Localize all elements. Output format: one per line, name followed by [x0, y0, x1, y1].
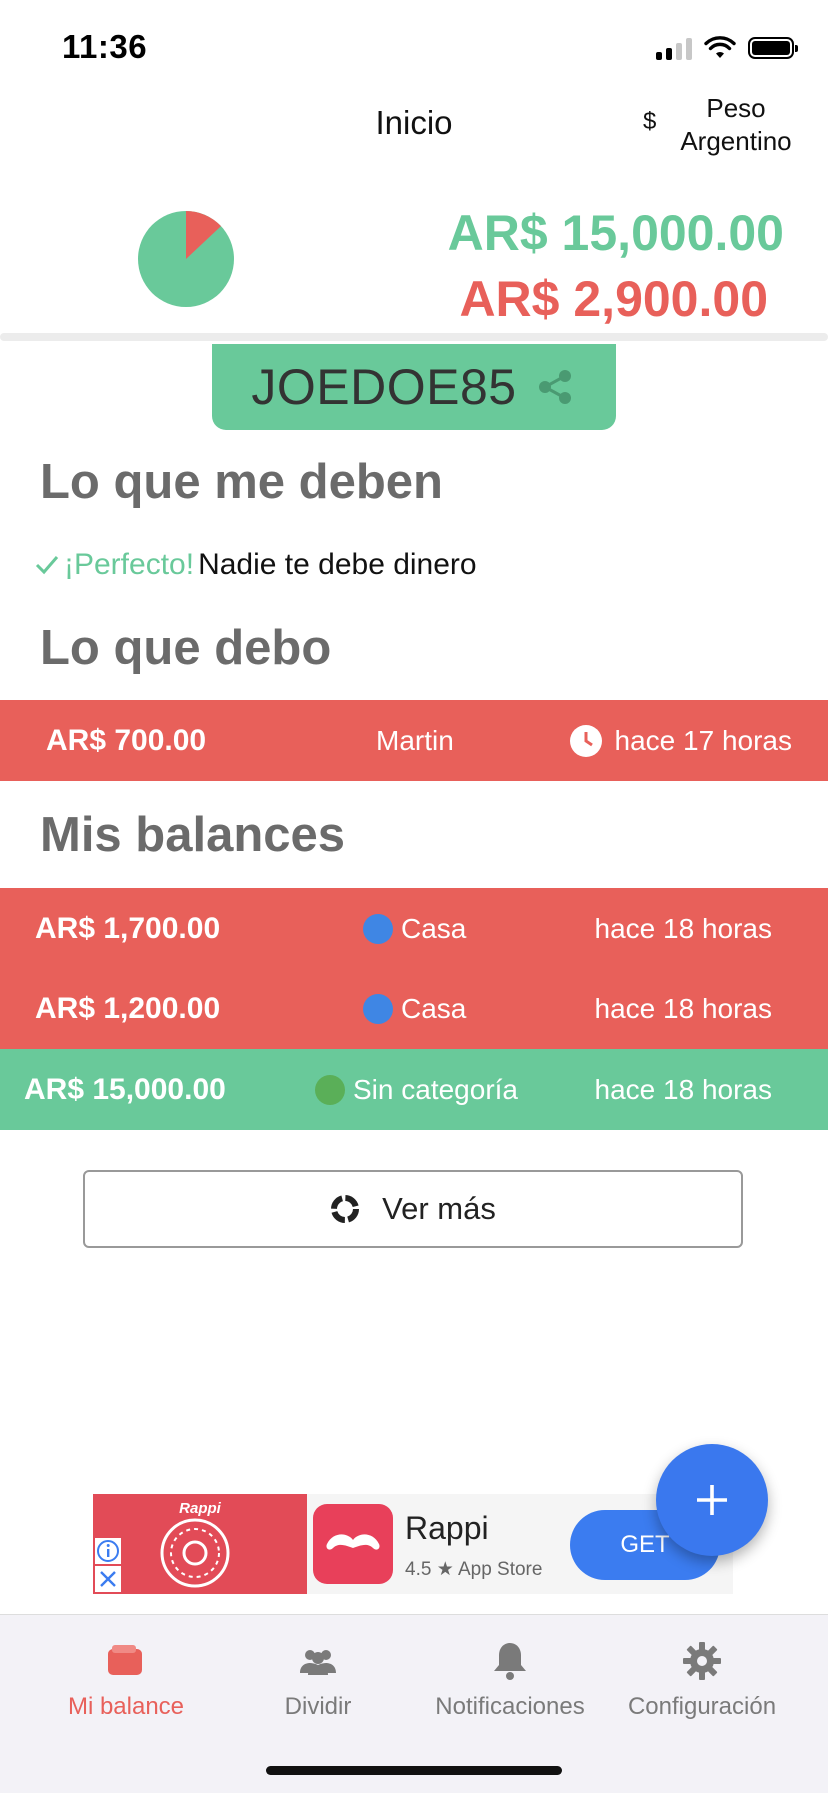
tab-label: Notificaciones: [435, 1693, 585, 1720]
total-positive-amount: AR$ 15,000.00: [447, 205, 784, 261]
tab-label: Dividir: [284, 1693, 352, 1720]
owed-status: ¡Perfecto! Nadie te debe dinero: [34, 548, 477, 582]
balance-amount: AR$ 1,200.00: [35, 991, 221, 1025]
share-icon: [538, 370, 571, 404]
balance-category-group: Casa: [363, 888, 466, 969]
balance-time: hace 18 horas: [594, 992, 772, 1024]
balance-category-group: Sin categoría: [315, 1049, 518, 1130]
gear-icon: [683, 1642, 721, 1680]
see-more-label: Ver más: [382, 1191, 496, 1226]
tab-label: Configuración: [627, 1693, 777, 1720]
tab-configuracion[interactable]: Configuración: [602, 1639, 802, 1721]
my-balances-title: Mis balances: [40, 808, 346, 862]
user-code: JOEDOE85: [251, 359, 517, 415]
status-time: 11:36: [62, 28, 148, 65]
tab-dividir[interactable]: Dividir: [218, 1639, 418, 1721]
donut-icon: [160, 1518, 230, 1588]
people-icon: [300, 1650, 336, 1675]
balance-row[interactable]: AR$ 1,200.00 Casa hace 18 horas: [0, 968, 828, 1049]
home-indicator: [266, 1766, 562, 1775]
owed-to-me-title: Lo que me deben: [40, 455, 443, 509]
debt-time: hace 17 horas: [614, 724, 792, 756]
ad-app-logo[interactable]: [313, 1504, 393, 1584]
loading-spinner-icon: [331, 1195, 360, 1223]
owed-status-text: Nadie te debe dinero: [198, 548, 477, 581]
debt-time-group: hace 17 horas: [569, 700, 792, 781]
currency-selector[interactable]: Peso Argentino: [668, 92, 804, 158]
ad-image[interactable]: Rappi: [93, 1494, 307, 1594]
ad-app-rating: 4.5 ★ App Store: [405, 1559, 543, 1580]
debt-amount: AR$ 700.00: [46, 723, 207, 757]
debt-row[interactable]: AR$ 700.00 Martin hace 17 horas: [0, 700, 828, 781]
tab-label: Mi balance: [67, 1693, 185, 1720]
tab-notificaciones[interactable]: Notificaciones: [410, 1639, 610, 1721]
ad-banner[interactable]: Rappi Rappi 4.5 ★ App Store GET: [93, 1494, 733, 1594]
debt-person: Martin: [376, 724, 454, 756]
balance-time: hace 18 horas: [594, 912, 772, 944]
balance-pie-chart: [138, 211, 234, 307]
ad-info-icon[interactable]: [95, 1538, 121, 1564]
bell-icon: [494, 1643, 526, 1680]
currency-symbol[interactable]: $: [643, 108, 656, 136]
wifi-icon: [704, 36, 736, 58]
balance-row[interactable]: AR$ 1,700.00 Casa hace 18 horas: [0, 888, 828, 969]
status-icons: [656, 34, 798, 62]
balance-amount: AR$ 1,700.00: [35, 911, 221, 945]
check-icon: [35, 556, 59, 575]
category-dot-icon: [315, 1074, 345, 1105]
balance-category: Sin categoría: [353, 1073, 518, 1105]
ad-app-name: Rappi: [405, 1510, 489, 1546]
balance-category: Casa: [401, 992, 467, 1024]
balance-row[interactable]: AR$ 15,000.00 Sin categoría hace 18 hora…: [0, 1049, 828, 1130]
i-owe-title: Lo que debo: [40, 621, 332, 675]
add-expense-fab[interactable]: [656, 1444, 768, 1556]
balance-amount: AR$ 15,000.00: [24, 1072, 226, 1106]
category-dot-icon: [363, 913, 393, 944]
balance-category: Casa: [401, 912, 467, 944]
battery-icon: [748, 37, 798, 59]
user-code-share-button[interactable]: JOEDOE85: [212, 344, 616, 430]
clock-icon: [569, 724, 602, 757]
mustache-icon: [326, 1534, 380, 1550]
total-negative-amount: AR$ 2,900.00: [459, 271, 768, 327]
ad-brand-logo: Rappi: [179, 1500, 221, 1517]
ad-close-icon[interactable]: [95, 1566, 121, 1592]
tab-mi-balance[interactable]: Mi balance: [26, 1639, 226, 1721]
owed-status-highlight: ¡Perfecto!: [64, 548, 195, 581]
plus-icon: [697, 1485, 727, 1515]
category-dot-icon: [363, 993, 393, 1024]
balance-category-group: Casa: [363, 968, 466, 1049]
summary-divider: [0, 333, 828, 341]
cellular-signal-icon: [656, 36, 692, 60]
balance-time: hace 18 horas: [594, 1073, 772, 1105]
wallet-icon: [108, 1645, 142, 1675]
see-more-button[interactable]: Ver más: [83, 1170, 743, 1248]
